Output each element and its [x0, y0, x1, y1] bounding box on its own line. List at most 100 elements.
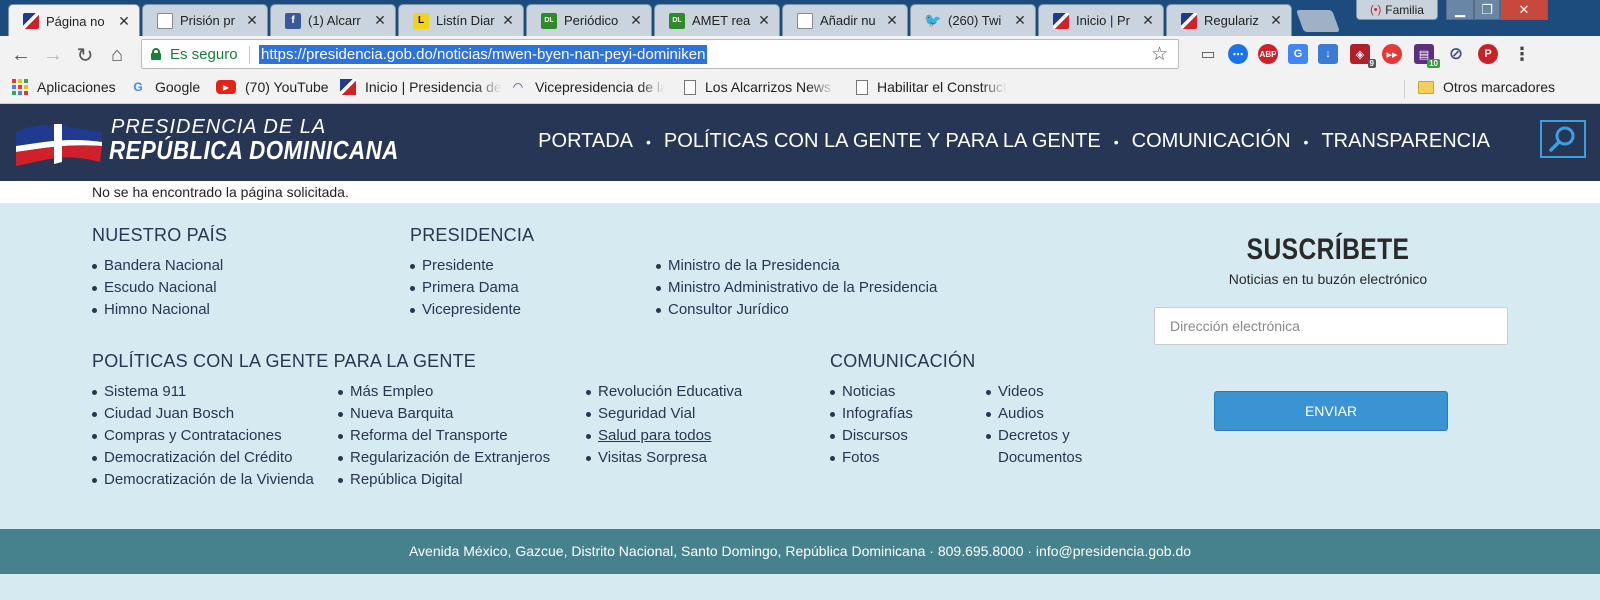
list-item[interactable]: Discursos	[830, 425, 913, 447]
link[interactable]: Ciudad Juan Bosch	[104, 405, 234, 422]
flag-logo-icon[interactable]	[14, 118, 104, 168]
link[interactable]: Primera Dama	[422, 279, 519, 296]
minimize-button[interactable]: ▁	[1446, 0, 1474, 20]
list-item[interactable]: Visitas Sorpresa	[586, 447, 742, 469]
close-icon[interactable]: ✕	[629, 12, 643, 29]
browser-tab-4[interactable]: L Listín Diar ✕	[398, 4, 524, 36]
list-item[interactable]: Regularización de Extranjeros	[338, 447, 550, 469]
link[interactable]: Ministro de la Presidencia	[668, 257, 840, 274]
forward-button[interactable]: →	[40, 42, 66, 68]
shield-ext-icon[interactable]: ◈ 9	[1350, 44, 1376, 68]
close-icon[interactable]: ✕	[885, 12, 899, 29]
browser-tab-5[interactable]: DL Periódico ✕	[526, 4, 652, 36]
list-item[interactable]: Ciudad Juan Bosch	[92, 403, 314, 425]
close-icon[interactable]: ✕	[373, 12, 387, 29]
nav-transparencia[interactable]: TRANSPARENCIA	[1321, 130, 1490, 153]
link[interactable]: Regularización de Extranjeros	[350, 449, 550, 466]
list-item[interactable]: Videos	[986, 381, 1096, 403]
bookmark-other[interactable]: Otros marcadores	[1418, 79, 1555, 95]
bookmark-google[interactable]: G Google	[130, 79, 200, 95]
translate-icon[interactable]: G	[1288, 44, 1308, 64]
link[interactable]: Infografías	[842, 405, 913, 422]
link[interactable]: Democratización de la Vivienda	[104, 471, 314, 488]
link[interactable]: Decretos y Documentos	[998, 427, 1082, 466]
link[interactable]: Consultor Jurídico	[668, 301, 789, 318]
link[interactable]: Más Empleo	[350, 383, 433, 400]
block-icon[interactable]: ⊘	[1446, 44, 1466, 64]
download-icon[interactable]: ↓	[1318, 44, 1338, 64]
link[interactable]: Vicepresidente	[422, 301, 521, 318]
bookmark-vicepresidencia[interactable]: ◠ Vicepresidencia de la	[510, 79, 665, 95]
cast-icon[interactable]: ▭	[1198, 44, 1218, 64]
browser-tab-8[interactable]: 🐦 (260) Twi ✕	[910, 4, 1036, 36]
abp-icon[interactable]: ABP	[1258, 44, 1278, 64]
list-item[interactable]: Presidente	[410, 255, 521, 277]
list-item[interactable]: Consultor Jurídico	[656, 299, 937, 321]
list-item[interactable]: Audios	[986, 403, 1096, 425]
browser-tab-9[interactable]: Inicio | Pr ✕	[1038, 4, 1164, 36]
pinterest-icon[interactable]: P	[1478, 44, 1498, 64]
bookmark-youtube[interactable]: ▶ (70) YouTube	[216, 79, 329, 95]
browser-tab-6[interactable]: DL AMET rea ✕	[654, 4, 780, 36]
list-item[interactable]: Sistema 911	[92, 381, 314, 403]
list-item[interactable]: Vicepresidente	[410, 299, 521, 321]
close-icon[interactable]: ✕	[245, 12, 259, 29]
maximize-button[interactable]: ❐	[1474, 0, 1500, 20]
close-icon[interactable]: ✕	[1013, 12, 1027, 29]
bookmark-alcarrizos[interactable]: Los Alcarrizos News D	[684, 79, 835, 95]
link[interactable]: Compras y Contrataciones	[104, 427, 282, 444]
media-ext-icon[interactable]: ▸▸	[1382, 44, 1402, 64]
bookmark-presidencia[interactable]: Inicio | Presidencia de	[340, 79, 502, 95]
link[interactable]: Presidente	[422, 257, 494, 274]
home-button[interactable]: ⌂	[104, 42, 130, 68]
list-item[interactable]: Democratización del Crédito	[92, 447, 314, 469]
close-icon[interactable]: ✕	[117, 13, 131, 30]
link[interactable]: Himno Nacional	[104, 301, 210, 318]
list-item[interactable]: Noticias	[830, 381, 913, 403]
link[interactable]: Visitas Sorpresa	[598, 449, 707, 466]
list-item[interactable]: Democratización de la Vivienda	[92, 469, 314, 491]
link[interactable]: Bandera Nacional	[104, 257, 223, 274]
link[interactable]: Sistema 911	[104, 383, 186, 400]
link[interactable]: Democratización del Crédito	[104, 449, 292, 466]
list-item[interactable]: Bandera Nacional	[92, 255, 223, 277]
send-button[interactable]: ENVIAR	[1214, 391, 1448, 431]
link[interactable]: Escudo Nacional	[104, 279, 217, 296]
browser-tab-2[interactable]: Prisión pr ✕	[142, 4, 268, 36]
profile-button[interactable]: (•) Familia	[1356, 0, 1438, 20]
close-icon[interactable]: ✕	[757, 12, 771, 29]
list-item[interactable]: Primera Dama	[410, 277, 521, 299]
browser-tab-7[interactable]: Añadir nu ✕	[782, 4, 908, 36]
search-button[interactable]	[1540, 120, 1586, 158]
reload-button[interactable]: ↻	[72, 42, 98, 68]
link[interactable]: Nueva Barquita	[350, 405, 453, 422]
close-icon[interactable]: ✕	[1141, 12, 1155, 29]
list-item[interactable]: Seguridad Vial	[586, 403, 742, 425]
list-item[interactable]: Fotos	[830, 447, 913, 469]
menu-icon[interactable]: ⋮	[1512, 44, 1532, 64]
url-text[interactable]: https://presidencia.gob.do/noticias/mwen…	[259, 45, 708, 64]
browser-tab-3[interactable]: f (1) Alcarr ✕	[270, 4, 396, 36]
close-icon[interactable]: ✕	[1269, 12, 1283, 29]
list-item[interactable]: Ministro Administrativo de la Presidenci…	[656, 277, 937, 299]
email-field[interactable]	[1154, 307, 1508, 345]
link[interactable]: Ministro Administrativo de la Presidenci…	[668, 279, 937, 296]
new-tab-button[interactable]	[1295, 10, 1341, 32]
bookmark-star-icon[interactable]: ☆	[1151, 43, 1168, 66]
calendar-ext-icon[interactable]: ▤ 10	[1414, 44, 1440, 68]
list-item[interactable]: Compras y Contrataciones	[92, 425, 314, 447]
close-icon[interactable]: ✕	[501, 12, 515, 29]
link[interactable]: Revolución Educativa	[598, 383, 742, 400]
bookmark-construct[interactable]: Habilitar el Construct	[856, 79, 1007, 95]
list-item[interactable]: Más Empleo	[338, 381, 550, 403]
link[interactable]: Noticias	[842, 383, 895, 400]
list-item[interactable]: Decretos y Documentos	[986, 425, 1096, 469]
list-item[interactable]: Reforma del Transporte	[338, 425, 550, 447]
back-button[interactable]: ←	[8, 42, 34, 68]
browser-tab-1[interactable]: Página no ✕	[8, 4, 140, 37]
list-item[interactable]: Salud para todos	[586, 425, 742, 447]
link[interactable]: Discursos	[842, 427, 908, 444]
list-item[interactable]: Himno Nacional	[92, 299, 223, 321]
link[interactable]: Reforma del Transporte	[350, 427, 508, 444]
list-item[interactable]: Ministro de la Presidencia	[656, 255, 937, 277]
